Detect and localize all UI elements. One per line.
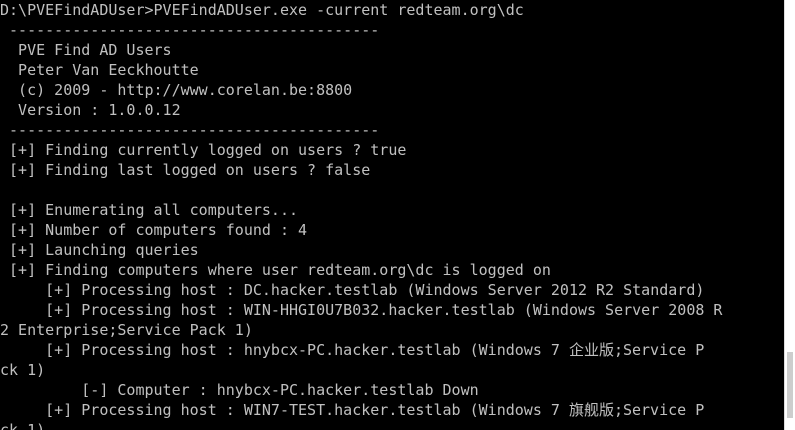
- scrollbar-thumb[interactable]: [787, 352, 793, 418]
- console-line: [+] Processing host : WIN7-TEST.hacker.t…: [0, 401, 705, 419]
- console-line: [+] Processing host : DC.hacker.testlab …: [0, 281, 705, 299]
- console-line: [+] Finding computers where user redteam…: [0, 261, 551, 279]
- console-line: [+] Processing host : WIN-HHGI0U7B032.ha…: [0, 301, 723, 319]
- console-line: [+] Launching queries: [0, 241, 199, 259]
- console-line: ----------------------------------------…: [0, 121, 380, 139]
- console-line: D:\PVEFindADUser>PVEFindADUser.exe -curr…: [0, 1, 524, 19]
- console-line: [+] Processing host : hnybcx-PC.hacker.t…: [0, 341, 705, 359]
- console-line: ck 1): [0, 361, 46, 379]
- console-window[interactable]: D:\PVEFindADUser>PVEFindADUser.exe -curr…: [0, 0, 785, 430]
- console-line: 2 Enterprise;Service Pack 1): [0, 321, 253, 339]
- console-line: PVE Find AD Users: [0, 41, 172, 59]
- console-line: [+] Finding currently logged on users ? …: [0, 141, 407, 159]
- console-line: [-] Computer : hnybcx-PC.hacker.testlab …: [0, 381, 479, 399]
- console-line: [+] Finding last logged on users ? false: [0, 161, 371, 179]
- console-line: [+] Enumerating all computers...: [0, 201, 299, 219]
- console-line: (c) 2009 - http://www.corelan.be:8800: [0, 81, 353, 99]
- console-line: ck 1): [0, 421, 46, 430]
- console-line: ----------------------------------------…: [0, 21, 380, 39]
- console-line: Peter Van Eeckhoutte: [0, 61, 199, 79]
- console-line: [+] Number of computers found : 4: [0, 221, 308, 239]
- console-line: Version : 1.0.0.12: [0, 101, 181, 119]
- vertical-scrollbar[interactable]: [784, 0, 795, 430]
